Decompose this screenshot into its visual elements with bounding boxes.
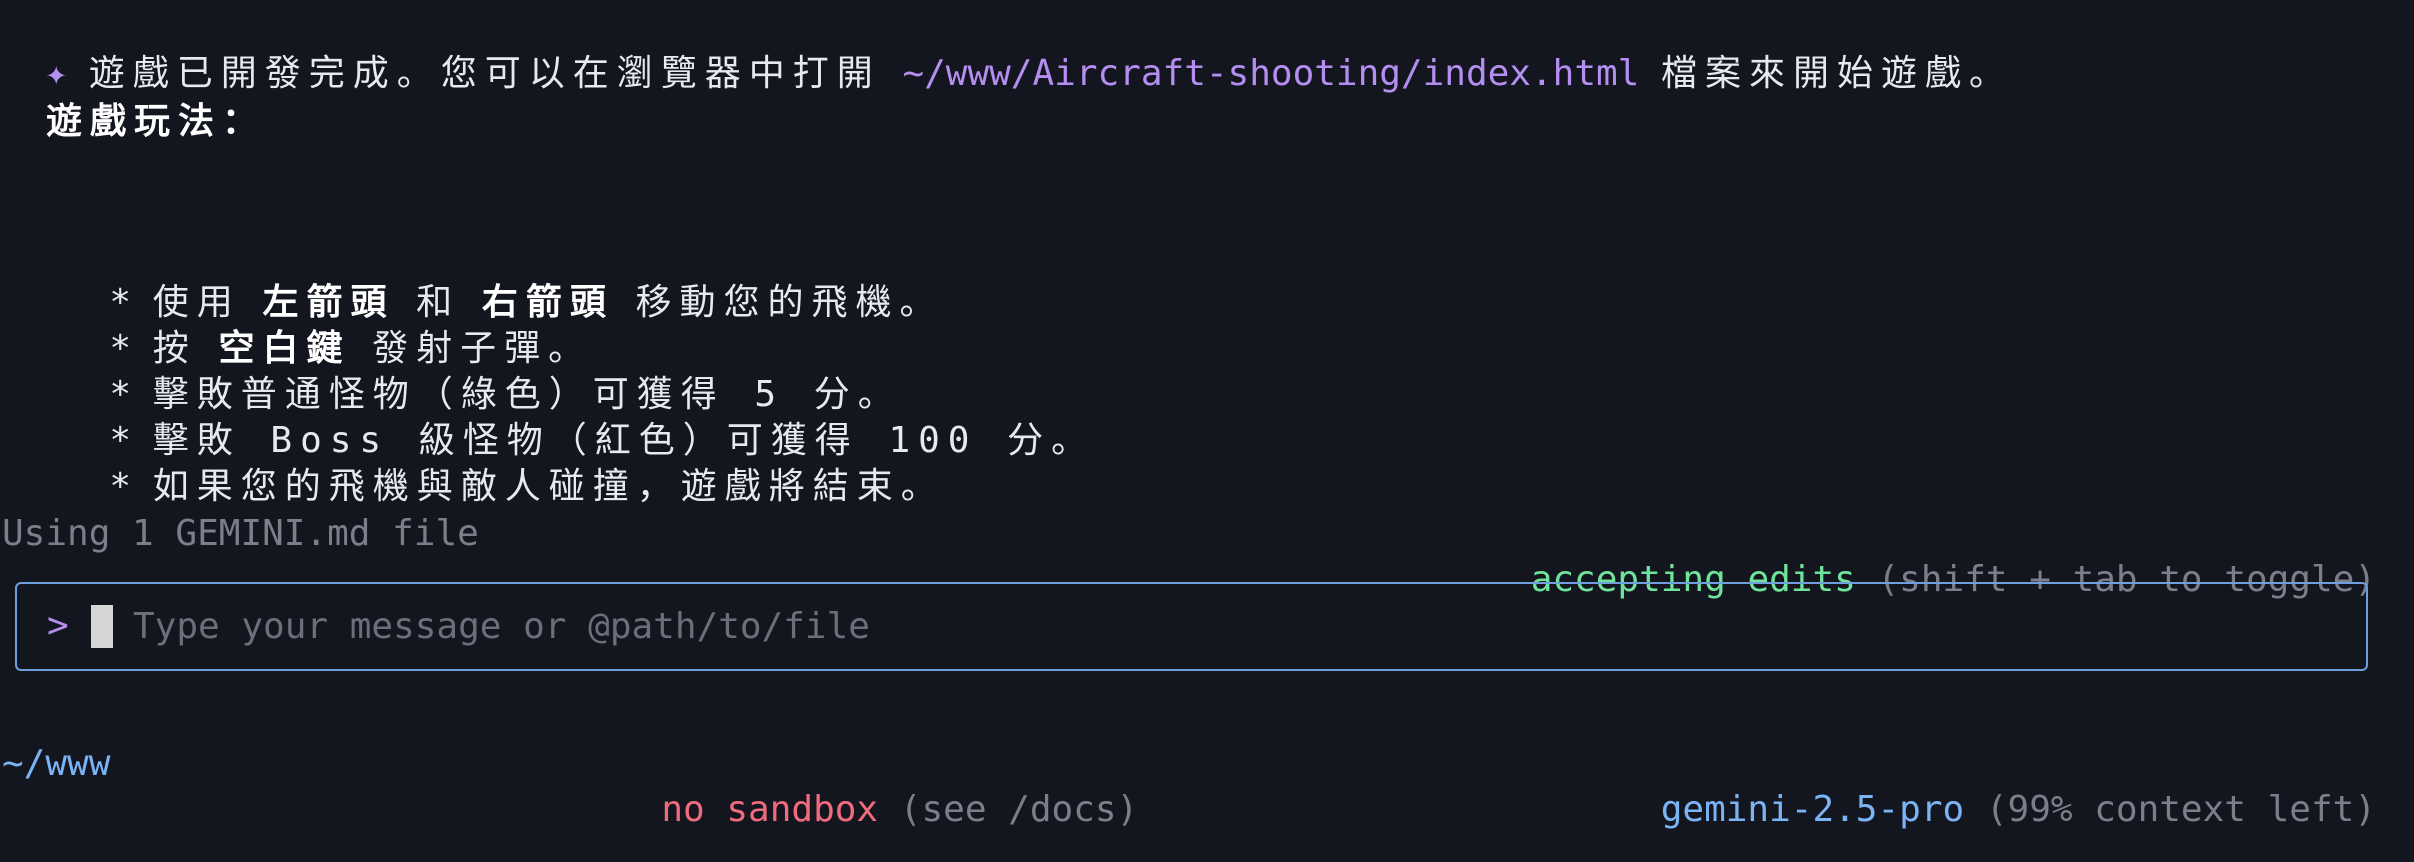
context-files-status: Using 1 GEMINI.md file [2, 513, 479, 554]
model-status: gemini-2.5-pro (99% context left) [1617, 741, 2376, 830]
rule-marker: * [109, 466, 132, 507]
response-intro-suffix: 檔案來開始遊戲。 [1661, 53, 2014, 94]
rule-item: * 如果您的飛機與敵人碰撞，遊戲將結束。 [66, 418, 945, 507]
model-name: gemini-2.5-pro [1660, 789, 1965, 830]
sandbox-hint: (see /docs) [899, 789, 1139, 830]
current-directory: ~/www [2, 743, 111, 784]
howto-heading: 遊戲玩法： [46, 101, 267, 142]
edit-mode-status: accepting edits (shift + tab to toggle) [1487, 511, 2376, 600]
rule-text: 如果您的飛機與敵人碰撞，遊戲將結束。 [152, 466, 945, 507]
response-intro-line: ✦ 遊戲已開發完成。您可以在瀏覽器中打開 ~/www/Aircraft-shoo… [2, 5, 2013, 94]
rule-item: * 擊敗普通怪物（綠色）可獲得 5 分。 [66, 326, 902, 415]
sandbox-status: no sandbox (see /docs) [618, 741, 1138, 830]
rule-text: 移動您的飛機。 [635, 282, 944, 323]
response-intro-text: 遊戲已開發完成。您可以在瀏覽器中打開 [88, 53, 881, 94]
sparkle-icon: ✦ [45, 53, 68, 94]
message-input-box[interactable]: > [15, 582, 2368, 671]
sandbox-label: no sandbox [661, 789, 879, 830]
context-left: (99% context left) [1985, 789, 2376, 830]
file-path-link[interactable]: ~/www/Aircraft-shooting/index.html [902, 53, 1639, 94]
prompt-chevron-icon: > [47, 605, 69, 646]
rule-item: * 按 空白鍵 發射子彈。 [66, 280, 592, 369]
rule-item: * 使用 左箭頭 和 右箭頭 移動您的飛機。 [66, 234, 944, 323]
rule-item: * 擊敗 Boss 級怪物（紅色）可獲得 100 分。 [66, 372, 1095, 461]
text-cursor [91, 605, 113, 648]
message-input[interactable] [133, 600, 2333, 652]
